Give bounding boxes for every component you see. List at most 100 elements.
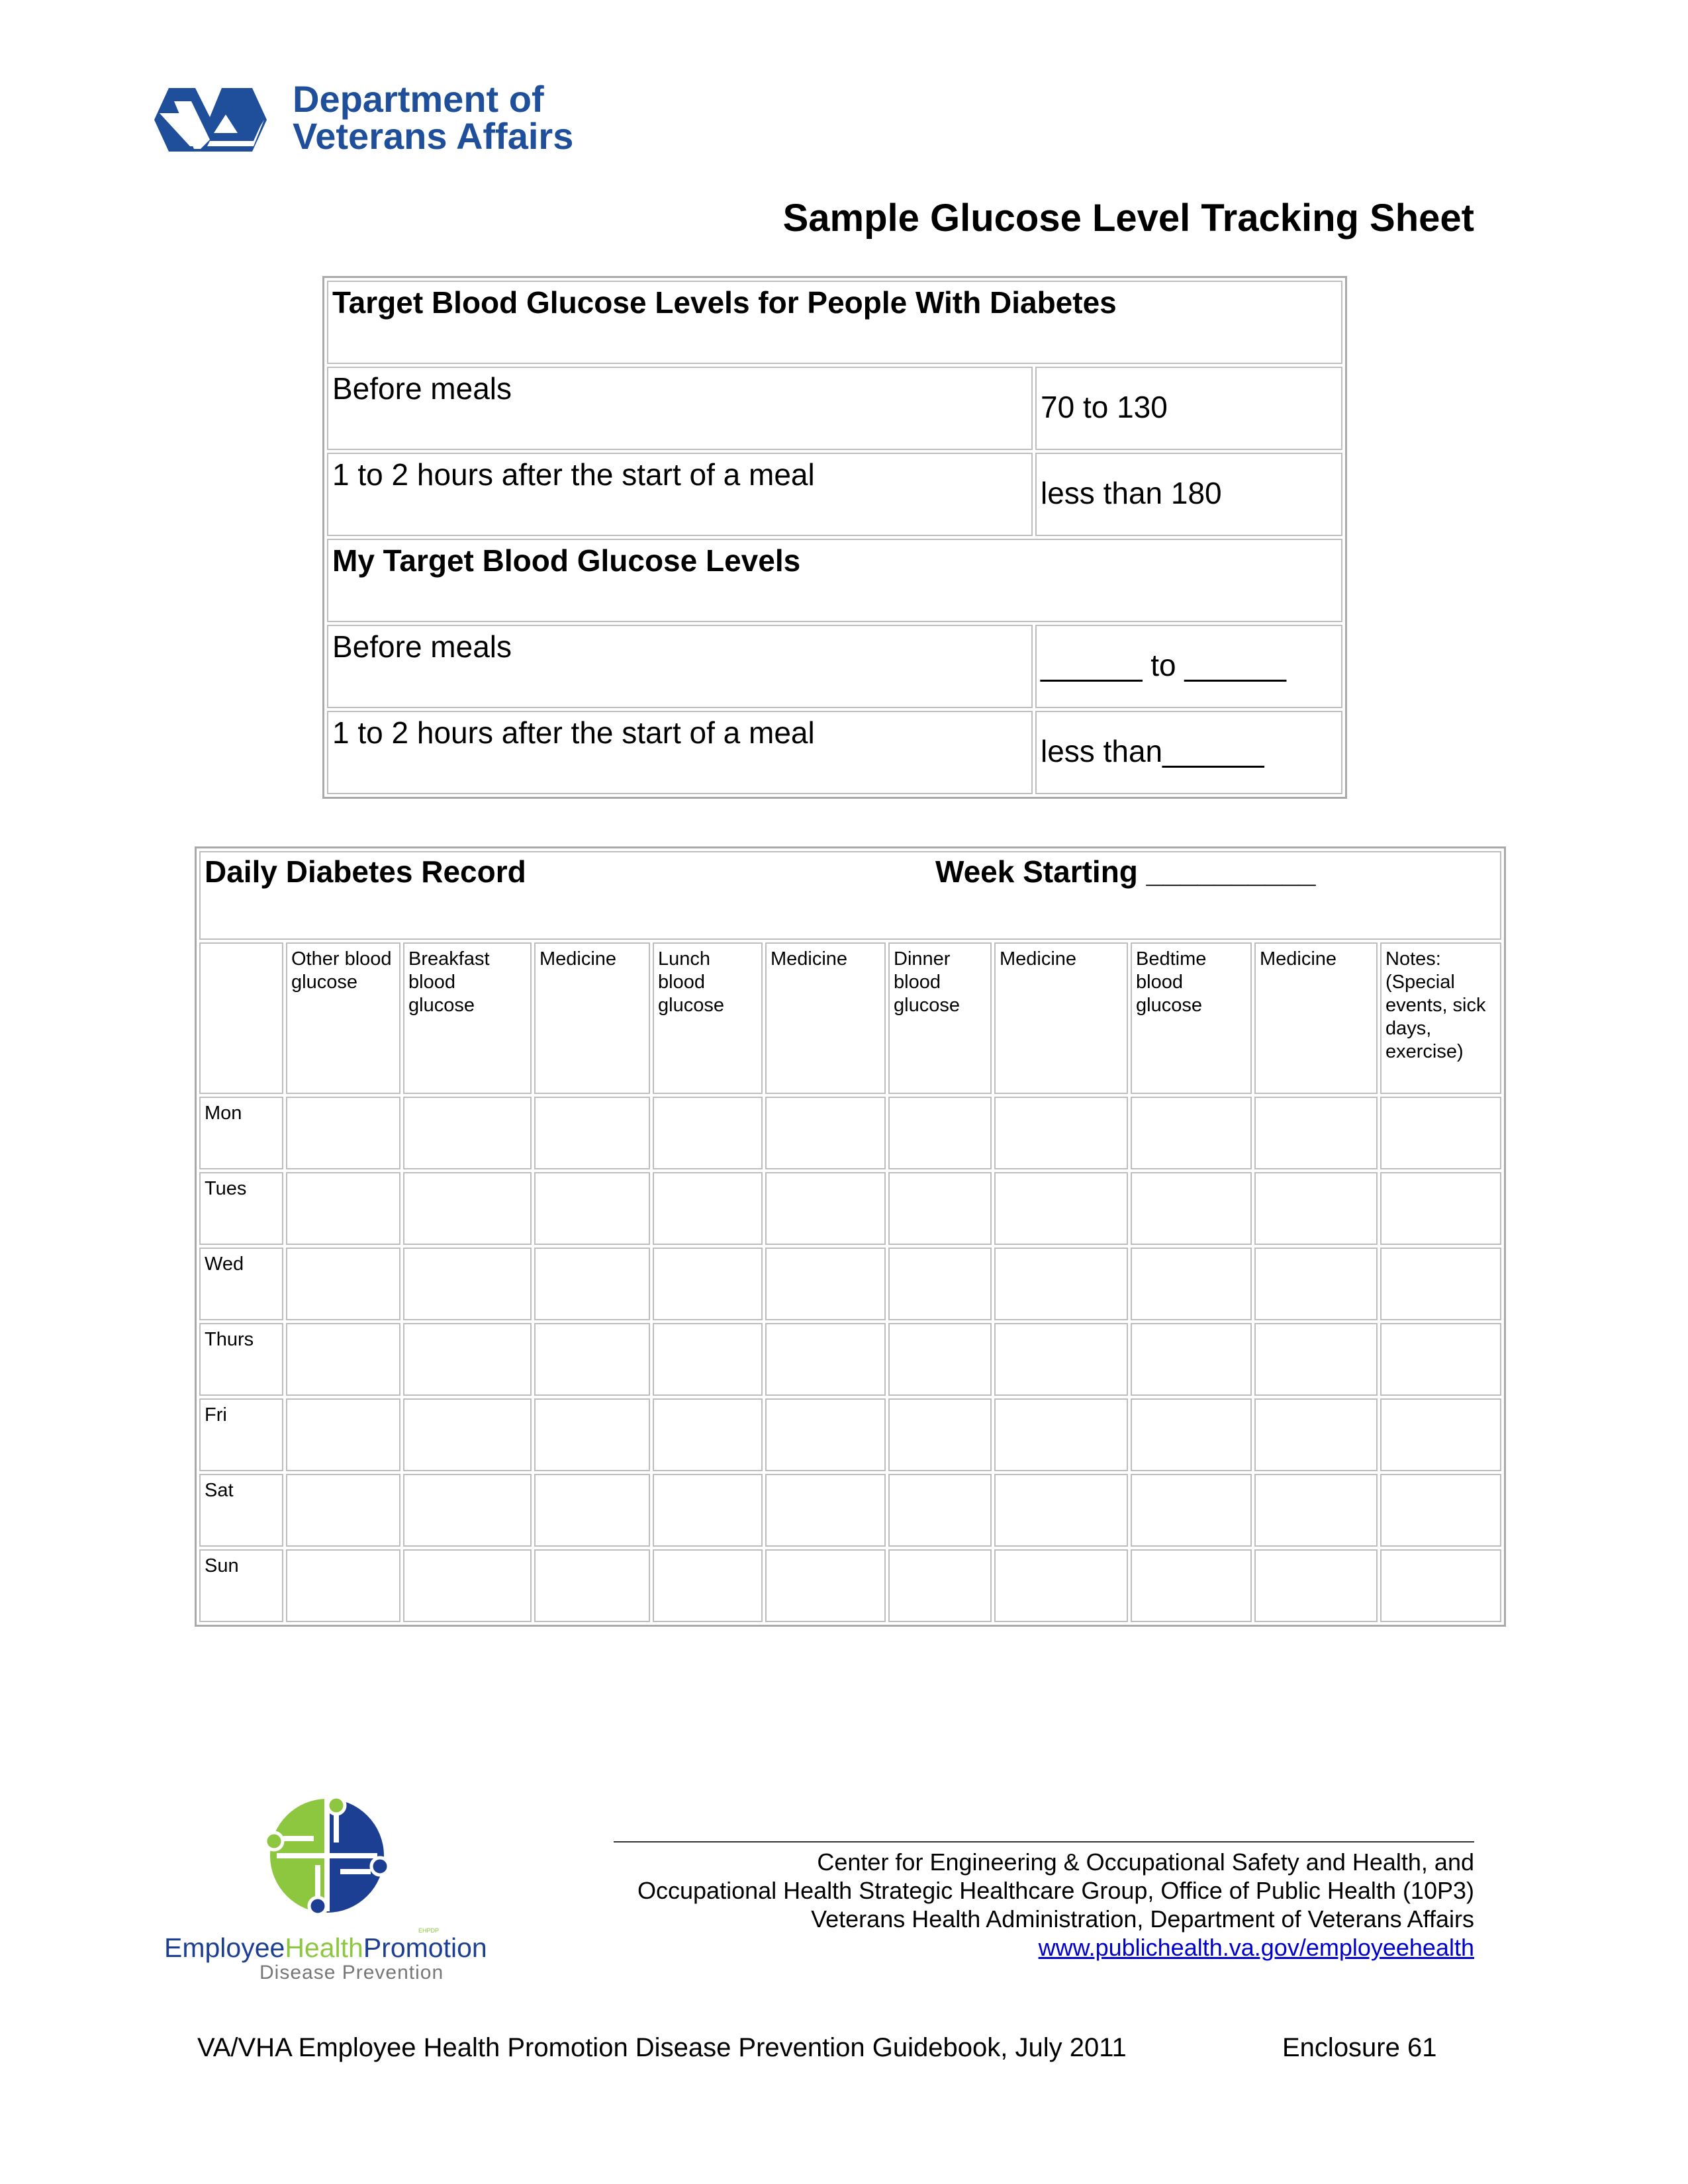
column-header: Bedtime blood glucose bbox=[1131, 942, 1252, 1094]
day-label: Wed bbox=[199, 1248, 283, 1320]
day-label: Fri bbox=[199, 1398, 283, 1471]
entry-cell[interactable] bbox=[888, 1172, 992, 1245]
entry-cell[interactable] bbox=[1380, 1097, 1502, 1169]
entry-cell[interactable] bbox=[994, 1323, 1128, 1396]
entry-cell[interactable] bbox=[653, 1474, 763, 1547]
entry-cell[interactable] bbox=[1254, 1248, 1378, 1320]
entry-cell[interactable] bbox=[1380, 1474, 1502, 1547]
entry-cell[interactable] bbox=[534, 1172, 650, 1245]
entry-cell[interactable] bbox=[534, 1097, 650, 1169]
row-value-blank[interactable]: ______ to ______ bbox=[1035, 625, 1342, 708]
footer-credits: Center for Engineering & Occupational Sa… bbox=[637, 1848, 1474, 1962]
guidebook-title: VA/VHA Employee Health Promotion Disease… bbox=[197, 2033, 1127, 2062]
column-header: Notes: (Special events, sick days, exerc… bbox=[1380, 942, 1502, 1094]
entry-cell[interactable] bbox=[1131, 1323, 1252, 1396]
entry-cell[interactable] bbox=[765, 1474, 886, 1547]
entry-cell[interactable] bbox=[653, 1248, 763, 1320]
column-header: Other blood glucose bbox=[286, 942, 400, 1094]
row-value: less than 180 bbox=[1035, 453, 1342, 536]
entry-cell[interactable] bbox=[286, 1172, 400, 1245]
entry-cell[interactable] bbox=[1131, 1172, 1252, 1245]
entry-cell[interactable] bbox=[994, 1248, 1128, 1320]
entry-cell[interactable] bbox=[653, 1549, 763, 1622]
entry-cell[interactable] bbox=[765, 1097, 886, 1169]
entry-cell[interactable] bbox=[403, 1549, 532, 1622]
table-row: Thurs bbox=[199, 1323, 1502, 1396]
ehp-logo-text: EmployeeHealthPromotion EHPDP bbox=[164, 1927, 487, 1964]
day-label: Thurs bbox=[199, 1323, 283, 1396]
logo-line2: Veterans Affairs bbox=[293, 115, 574, 157]
footer-line2: Occupational Health Strategic Healthcare… bbox=[637, 1877, 1474, 1904]
entry-cell[interactable] bbox=[1380, 1172, 1502, 1245]
entry-cell[interactable] bbox=[1380, 1248, 1502, 1320]
entry-cell[interactable] bbox=[888, 1248, 992, 1320]
entry-cell[interactable] bbox=[1131, 1474, 1252, 1547]
entry-cell[interactable] bbox=[653, 1398, 763, 1471]
entry-cell[interactable] bbox=[1254, 1097, 1378, 1169]
page-title: Sample Glucose Level Tracking Sheet bbox=[782, 197, 1474, 240]
table-row: Tues bbox=[199, 1172, 1502, 1245]
record-header: Daily Diabetes Record Week Starting ____… bbox=[199, 851, 1502, 940]
table-row: Wed bbox=[199, 1248, 1502, 1320]
entry-cell[interactable] bbox=[534, 1549, 650, 1622]
entry-cell[interactable] bbox=[1380, 1323, 1502, 1396]
entry-cell[interactable] bbox=[994, 1172, 1128, 1245]
entry-cell[interactable] bbox=[994, 1549, 1128, 1622]
column-header: Medicine bbox=[1254, 942, 1378, 1094]
entry-cell[interactable] bbox=[1380, 1549, 1502, 1622]
entry-cell[interactable] bbox=[888, 1097, 992, 1169]
entry-cell[interactable] bbox=[534, 1323, 650, 1396]
entry-cell[interactable] bbox=[1131, 1248, 1252, 1320]
entry-cell[interactable] bbox=[1131, 1398, 1252, 1471]
week-starting[interactable]: Week Starting __________ bbox=[935, 856, 1316, 887]
entry-cell[interactable] bbox=[534, 1474, 650, 1547]
column-header: Lunch blood glucose bbox=[653, 942, 763, 1094]
entry-cell[interactable] bbox=[765, 1323, 886, 1396]
entry-cell[interactable] bbox=[1254, 1549, 1378, 1622]
entry-cell[interactable] bbox=[765, 1398, 886, 1471]
entry-cell[interactable] bbox=[403, 1474, 532, 1547]
entry-cell[interactable] bbox=[1380, 1398, 1502, 1471]
entry-cell[interactable] bbox=[888, 1323, 992, 1396]
entry-cell[interactable] bbox=[534, 1398, 650, 1471]
entry-cell[interactable] bbox=[653, 1172, 763, 1245]
entry-cell[interactable] bbox=[994, 1474, 1128, 1547]
entry-cell[interactable] bbox=[653, 1097, 763, 1169]
row-value-blank[interactable]: less than______ bbox=[1035, 711, 1342, 794]
table-row: Fri bbox=[199, 1398, 1502, 1471]
entry-cell[interactable] bbox=[1254, 1398, 1378, 1471]
row-label: Before meals bbox=[327, 625, 1033, 708]
entry-cell[interactable] bbox=[888, 1474, 992, 1547]
entry-cell[interactable] bbox=[888, 1549, 992, 1622]
entry-cell[interactable] bbox=[1254, 1323, 1378, 1396]
entry-cell[interactable] bbox=[1131, 1549, 1252, 1622]
row-label: Before meals bbox=[327, 367, 1033, 450]
entry-cell[interactable] bbox=[1254, 1172, 1378, 1245]
entry-cell[interactable] bbox=[286, 1323, 400, 1396]
footer-link[interactable]: www.publichealth.va.gov/employeehealth bbox=[1039, 1934, 1474, 1961]
entry-cell[interactable] bbox=[765, 1172, 886, 1245]
entry-cell[interactable] bbox=[888, 1398, 992, 1471]
entry-cell[interactable] bbox=[765, 1248, 886, 1320]
entry-cell[interactable] bbox=[534, 1248, 650, 1320]
entry-cell[interactable] bbox=[286, 1474, 400, 1547]
record-title: Daily Diabetes Record bbox=[205, 854, 526, 889]
entry-cell[interactable] bbox=[994, 1097, 1128, 1169]
entry-cell[interactable] bbox=[286, 1248, 400, 1320]
entry-cell[interactable] bbox=[403, 1323, 532, 1396]
entry-cell[interactable] bbox=[403, 1398, 532, 1471]
entry-cell[interactable] bbox=[1254, 1474, 1378, 1547]
table-row: Mon bbox=[199, 1097, 1502, 1169]
entry-cell[interactable] bbox=[994, 1398, 1128, 1471]
entry-cell[interactable] bbox=[765, 1549, 886, 1622]
entry-cell[interactable] bbox=[286, 1097, 400, 1169]
entry-cell[interactable] bbox=[653, 1323, 763, 1396]
entry-cell[interactable] bbox=[286, 1398, 400, 1471]
entry-cell[interactable] bbox=[403, 1248, 532, 1320]
entry-cell[interactable] bbox=[403, 1172, 532, 1245]
entry-cell[interactable] bbox=[1131, 1097, 1252, 1169]
row-value: 70 to 130 bbox=[1035, 367, 1342, 450]
entry-cell[interactable] bbox=[286, 1549, 400, 1622]
ehp-subtitle: Disease Prevention bbox=[259, 1962, 444, 1983]
entry-cell[interactable] bbox=[403, 1097, 532, 1169]
